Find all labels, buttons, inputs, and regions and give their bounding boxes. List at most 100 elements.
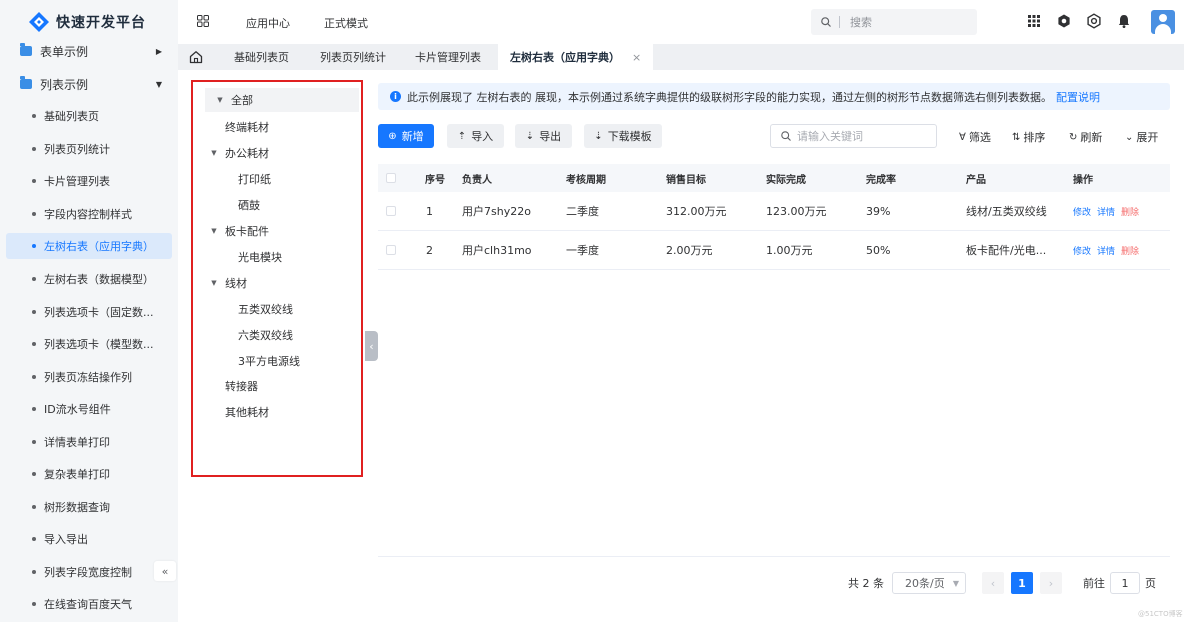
tree-node-label: 打印纸 — [238, 173, 271, 186]
top-header: 应用中心 正式模式 搜索 — [178, 0, 1184, 44]
column-header[interactable]: 完成率 — [866, 164, 896, 192]
row-checkbox[interactable] — [386, 192, 396, 230]
tree-node[interactable]: ▼ 板卡配件 — [193, 219, 361, 243]
global-search-input[interactable]: 搜索 — [811, 9, 977, 35]
select-all-checkbox[interactable] — [386, 164, 396, 192]
cell-product: 线材/五类双绞线 — [966, 205, 1047, 218]
sidebar-collapse-button[interactable]: « — [154, 561, 176, 581]
column-header[interactable]: 销售目标 — [666, 164, 706, 192]
filter-button[interactable]: ∀ 筛选 — [959, 129, 991, 145]
expand-label: 展开 — [1136, 131, 1159, 144]
settings-icon[interactable] — [1056, 13, 1072, 29]
caret-down-icon[interactable]: ▼ — [215, 96, 225, 104]
export-button[interactable]: ⇣ 导出 — [515, 124, 572, 148]
table-row[interactable]: 1 用户7shy22o 二季度 312.00万元 123.00万元 39% 线材… — [378, 192, 1170, 231]
tree-node-label: 办公耗材 — [225, 147, 269, 160]
sidebar-item[interactable]: 字段内容控制样式 — [6, 201, 172, 227]
gear-icon[interactable] — [1086, 13, 1102, 29]
goto-page-input[interactable]: 1 — [1110, 572, 1140, 594]
close-icon[interactable]: × — [632, 51, 641, 64]
user-avatar-icon[interactable] — [1151, 10, 1175, 34]
sort-button[interactable]: ⇅ 排序 — [1012, 129, 1045, 145]
apps-grid-icon[interactable] — [1026, 13, 1042, 29]
nav-production-mode[interactable]: 正式模式 — [324, 15, 368, 31]
tree-node[interactable]: 其他耗材 — [193, 400, 361, 424]
caret-down-icon[interactable]: ▼ — [209, 279, 219, 287]
edit-link[interactable]: 修改 — [1073, 205, 1091, 218]
tree-node[interactable]: ▼ 线材 — [193, 271, 361, 295]
home-icon[interactable] — [188, 49, 204, 65]
sidebar-item[interactable]: 导入导出 — [6, 526, 172, 552]
prev-page-button[interactable]: ‹ — [982, 572, 1004, 594]
app-switcher-icon[interactable] — [197, 15, 209, 27]
column-header[interactable]: 序号 — [425, 164, 445, 192]
detail-link[interactable]: 详情 — [1097, 244, 1115, 257]
import-button[interactable]: ⇡ 导入 — [447, 124, 504, 148]
next-page-button[interactable]: › — [1040, 572, 1062, 594]
tab-label: 卡片管理列表 — [415, 51, 481, 64]
tree-node[interactable]: 硒鼓 — [193, 193, 361, 217]
sidebar: 快速开发平台 表单示例 ▶ 列表示例 ▼ 基础列表页 列表页列统计 卡片管理列表… — [0, 0, 178, 622]
tree-node[interactable]: 光电模块 — [193, 245, 361, 269]
sidebar-item[interactable]: 详情表单打印 — [6, 429, 172, 455]
detail-link[interactable]: 详情 — [1097, 205, 1115, 218]
keyword-search-input[interactable]: 请输入关键词 — [770, 124, 937, 148]
app-logo[interactable]: 快速开发平台 — [28, 9, 146, 35]
tab-basic-list[interactable]: 基础列表页 — [222, 44, 301, 70]
sidebar-item[interactable]: 左树右表（数据模型） — [6, 266, 172, 292]
sidebar-item[interactable]: 卡片管理列表 — [6, 168, 172, 194]
bullet-icon — [32, 147, 36, 151]
tab-tree-table-dict[interactable]: 左树右表（应用字典） × — [498, 44, 654, 70]
tab-list-stats[interactable]: 列表页列统计 — [308, 44, 398, 70]
sidebar-item[interactable]: 列表页列统计 — [6, 136, 172, 162]
column-header[interactable]: 考核周期 — [566, 164, 606, 192]
tree-node[interactable]: 终端耗材 — [193, 115, 361, 139]
caret-down-icon[interactable]: ▼ — [209, 227, 219, 235]
sort-icon: ⇅ — [1012, 131, 1021, 143]
bell-icon[interactable] — [1116, 13, 1132, 29]
download-template-button[interactable]: ⇣ 下载模板 — [584, 124, 662, 148]
tree-node[interactable]: 五类双绞线 — [193, 297, 361, 321]
expand-button[interactable]: ⌄ 展开 — [1125, 129, 1158, 145]
column-header[interactable]: 实际完成 — [766, 164, 806, 192]
sidebar-item[interactable]: 树形数据查询 — [6, 494, 172, 520]
edit-link[interactable]: 修改 — [1073, 244, 1091, 257]
sidebar-item[interactable]: 列表页冻结操作列 — [6, 364, 172, 390]
chevron-down-icon: ⌄ — [1125, 131, 1134, 143]
sidebar-item[interactable]: 在线查询百度天气 — [6, 591, 172, 617]
page-size-select[interactable]: 20条/页 ▼ — [892, 572, 966, 594]
tab-card-list[interactable]: 卡片管理列表 — [403, 44, 493, 70]
delete-link[interactable]: 删除 — [1121, 205, 1139, 218]
sidebar-item[interactable]: 列表选项卡（固定数... — [6, 299, 172, 325]
bullet-icon — [32, 407, 36, 411]
tree-node[interactable]: 转接器 — [193, 374, 361, 398]
tree-node[interactable]: 3平方电源线 — [193, 349, 361, 373]
sidebar-item[interactable]: ID流水号组件 — [6, 396, 172, 422]
sidebar-item[interactable]: 列表字段宽度控制 — [6, 559, 172, 585]
row-checkbox[interactable] — [386, 231, 396, 269]
nav-app-center[interactable]: 应用中心 — [246, 15, 290, 31]
bullet-icon — [32, 440, 36, 444]
tree-node[interactable]: ▼ 办公耗材 — [193, 141, 361, 165]
upload-icon: ⇡ — [457, 130, 467, 142]
menu-group-form-examples[interactable]: 表单示例 ▶ — [20, 41, 166, 61]
config-help-link[interactable]: 配置说明 — [1056, 89, 1100, 105]
page-number-current[interactable]: 1 — [1011, 572, 1033, 594]
tree-node[interactable]: 打印纸 — [193, 167, 361, 191]
sidebar-item[interactable]: 复杂表单打印 — [6, 461, 172, 487]
sidebar-item-active[interactable]: 左树右表（应用字典） — [6, 233, 172, 259]
tree-node-all[interactable]: ▼ 全部 — [205, 88, 359, 112]
column-header[interactable]: 产品 — [966, 164, 986, 192]
menu-group-list-examples[interactable]: 列表示例 ▼ — [20, 74, 166, 94]
panel-collapse-handle[interactable]: ‹ — [365, 331, 378, 361]
table-bottom-divider — [378, 556, 1170, 557]
table-row[interactable]: 2 用户clh31mo 一季度 2.00万元 1.00万元 50% 板卡配件/光… — [378, 231, 1170, 270]
caret-down-icon[interactable]: ▼ — [209, 149, 219, 157]
delete-link[interactable]: 删除 — [1121, 244, 1139, 257]
sidebar-item[interactable]: 基础列表页 — [6, 103, 172, 129]
column-header[interactable]: 负责人 — [462, 164, 492, 192]
sidebar-item[interactable]: 列表选项卡（模型数... — [6, 331, 172, 357]
refresh-button[interactable]: ↻ 刷新 — [1069, 129, 1102, 145]
tree-node[interactable]: 六类双绞线 — [193, 323, 361, 347]
add-button[interactable]: ⊕ 新增 — [378, 124, 434, 148]
